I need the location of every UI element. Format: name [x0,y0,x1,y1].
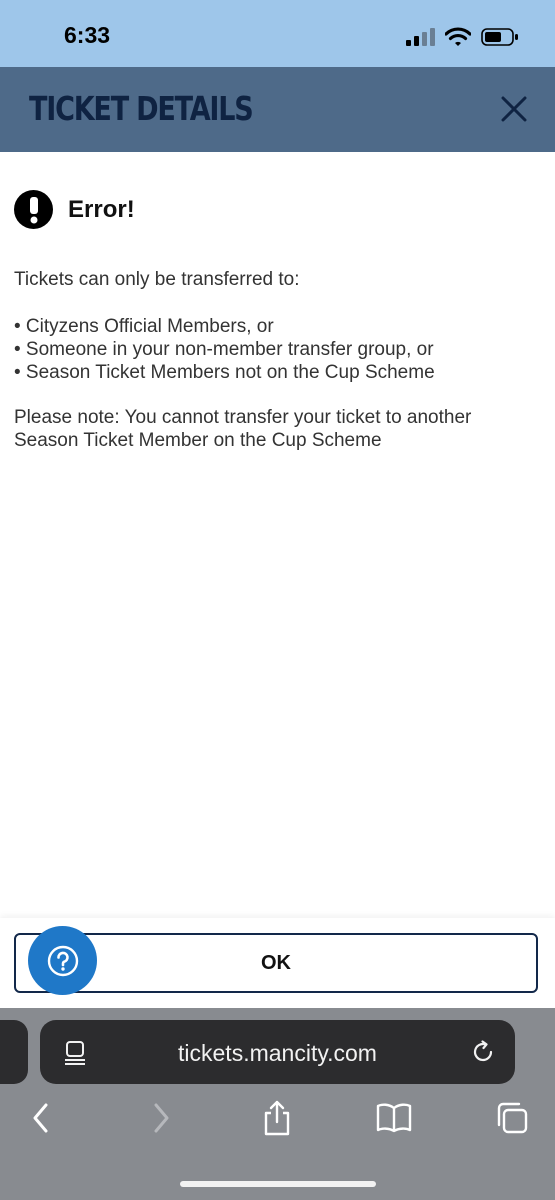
help-button[interactable] [28,926,97,995]
reload-icon[interactable] [471,1040,495,1064]
status-icons [405,24,519,50]
error-content: Error! Tickets can only be transferred t… [0,152,555,918]
error-intro: Tickets can only be transferred to: [14,269,300,290]
bookmarks-button[interactable] [372,1096,416,1140]
help-icon [47,945,78,976]
previous-tab-preview[interactable] [0,1020,28,1084]
bookmarks-icon [376,1103,412,1133]
forward-icon [154,1103,169,1133]
close-button[interactable] [501,96,527,122]
battery-icon [481,28,518,46]
share-button[interactable] [255,1096,299,1140]
error-note-line-2: Season Ticket Member on the Cup Scheme [14,430,382,451]
wifi-icon [445,27,471,46]
tabs-icon [497,1102,528,1134]
list-item: • Someone in your non-member transfer gr… [14,339,434,360]
signal-icon [406,28,435,46]
status-time: 6:33 [64,22,111,48]
forward-button[interactable] [139,1096,183,1140]
browser-chrome: tickets.mancity.com [0,1008,555,1200]
home-indicator[interactable] [180,1181,376,1187]
status-bar: 6:33 [0,0,555,67]
back-button[interactable] [19,1096,63,1140]
share-icon [264,1100,290,1136]
modal-header: TICKET DETAILS [0,67,555,152]
list-item: • Cityzens Official Members, or [14,316,274,337]
list-item: • Season Ticket Members not on the Cup S… [14,362,435,383]
url-text: tickets.mancity.com [178,1040,377,1066]
error-exclamation-icon [14,190,53,229]
close-icon [501,96,527,122]
address-bar[interactable]: tickets.mancity.com [40,1020,515,1084]
page-title: TICKET DETAILS [29,89,254,128]
tabs-button[interactable] [490,1096,534,1140]
error-note-line-1: Please note: You cannot transfer your ti… [14,407,472,428]
error-title: Error! [68,195,135,223]
back-icon [33,1103,48,1133]
error-heading: Error! [14,190,135,229]
